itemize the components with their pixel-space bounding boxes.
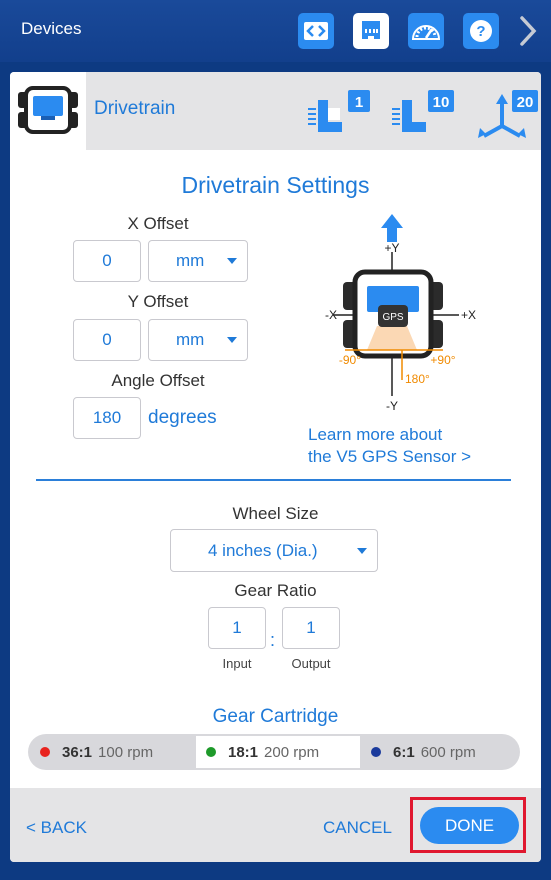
angle-offset-unit: degrees (148, 407, 217, 428)
back-button[interactable]: < BACK (26, 818, 87, 838)
drivetrain-icon (18, 86, 78, 134)
device-header: Drivetrain 1 10 20 (86, 72, 541, 150)
gear-ratio-label: Gear Ratio (234, 581, 317, 600)
gear-cartridge-option-6-1[interactable]: 6:1 600 rpm (371, 734, 476, 770)
y-offset-label: Y Offset (127, 292, 189, 311)
motor-1-icon[interactable]: 1 (304, 86, 370, 138)
wheel-size-value: 4 inches (Dia.) (208, 540, 318, 560)
gear-ratio-input-field[interactable]: 1 (208, 607, 266, 649)
angle-offset-label: Angle Offset (111, 371, 205, 390)
section-divider (36, 479, 511, 481)
svg-text:-90°: -90° (339, 353, 361, 367)
dialog-footer: < BACK CANCEL DONE (10, 788, 541, 862)
caret-down-icon (227, 337, 237, 343)
arrow-up-icon (381, 214, 403, 242)
code-icon (304, 22, 328, 40)
brain-port-icon (362, 21, 380, 39)
red-dot-icon (40, 747, 50, 757)
help-button[interactable]: ? (463, 13, 499, 49)
svg-text:-X: -X (325, 308, 337, 322)
x-offset-label: X Offset (127, 214, 189, 233)
device-icon-tile[interactable] (10, 72, 86, 150)
motor-1-badge: 1 (355, 94, 363, 111)
y-offset-unit-value: mm (176, 330, 205, 349)
svg-text:+Y: +Y (384, 241, 399, 255)
gps-learn-more-link[interactable]: Learn more about the V5 GPS Sensor > (308, 424, 471, 468)
motor-20-badge: 20 (517, 94, 534, 111)
blue-dot-icon (371, 747, 381, 757)
device-name: Drivetrain (94, 98, 176, 119)
chevron-right-icon[interactable] (515, 14, 541, 48)
settings-title: Drivetrain Settings (181, 172, 370, 198)
gps-orientation-diagram: GPS +Y -Y -X +X -90° +90° 180° (325, 214, 476, 413)
top-bar: Devices ? (0, 0, 551, 62)
x-offset-input[interactable]: 0 (73, 240, 141, 282)
caret-down-icon (357, 547, 367, 554)
svg-text:?: ? (476, 23, 485, 40)
green-dot-icon (206, 747, 216, 757)
gear-ratio-input-label: Input (222, 656, 252, 671)
gear-ratio-separator: : (270, 630, 276, 650)
svg-text:GPS: GPS (382, 312, 403, 323)
svg-text:-Y: -Y (386, 399, 398, 413)
motor-20-icon[interactable]: 20 (472, 86, 538, 138)
gear-ratio-output-field[interactable]: 1 (282, 607, 340, 649)
svg-text:180°: 180° (405, 372, 430, 386)
wheel-size-label: Wheel Size (232, 504, 319, 523)
code-view-button[interactable] (298, 13, 334, 49)
gear-ratio-output-label: Output (291, 656, 331, 671)
done-button[interactable]: DONE (420, 807, 519, 844)
angle-offset-input[interactable]: 180 (73, 397, 141, 439)
done-button-highlight: DONE (410, 797, 526, 853)
gear-cartridge-option-36-1[interactable]: 36:1 100 rpm (40, 734, 153, 770)
page-title: Devices (21, 19, 82, 38)
gear-cartridge-option-18-1[interactable]: 18:1 200 rpm (196, 736, 360, 768)
svg-text:+90°: +90° (430, 353, 455, 367)
gear-cartridge-title: Gear Cartridge (212, 706, 339, 727)
dashboard-button[interactable] (408, 13, 444, 49)
svg-text:+X: +X (461, 308, 476, 322)
help-icon: ? (470, 20, 492, 42)
devices-tab-button[interactable] (353, 13, 389, 49)
gear-cartridge-selector: 36:1 100 rpm 18:1 200 rpm 6:1 600 rpm (28, 734, 520, 770)
dashboard-gauge-icon (411, 25, 441, 40)
x-offset-unit-select[interactable]: mm (148, 240, 248, 282)
motor-10-icon[interactable]: 10 (388, 86, 454, 138)
device-settings-panel: Drivetrain 1 10 20 Drivetrain Settings X… (10, 72, 541, 862)
caret-down-icon (227, 258, 237, 264)
cancel-button[interactable]: CANCEL (323, 818, 392, 838)
y-offset-input[interactable]: 0 (73, 319, 141, 361)
x-offset-unit-value: mm (176, 251, 205, 270)
wheel-size-select[interactable]: 4 inches (Dia.) (170, 529, 378, 572)
y-offset-unit-select[interactable]: mm (148, 319, 248, 361)
motor-10-badge: 10 (433, 94, 450, 111)
